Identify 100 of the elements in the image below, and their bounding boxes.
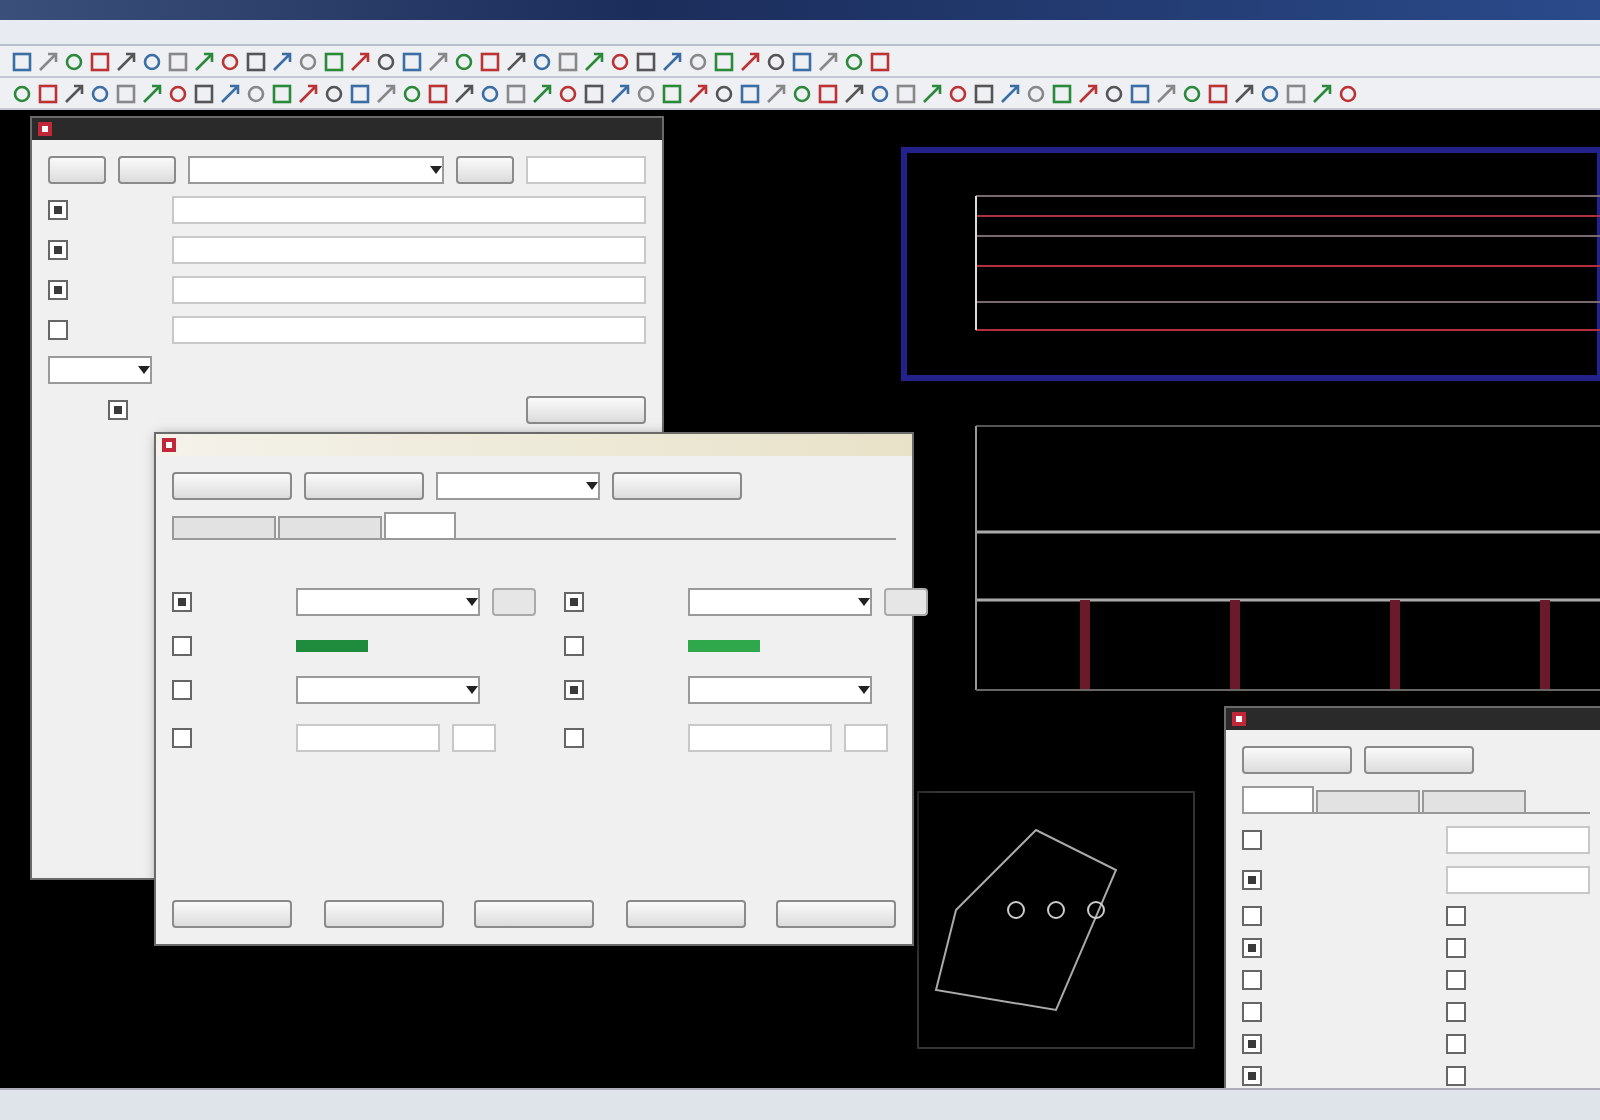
tool-icon[interactable] xyxy=(1234,83,1254,103)
checkbox[interactable] xyxy=(1242,906,1262,926)
tool-icon[interactable] xyxy=(38,51,58,71)
checkbox[interactable] xyxy=(564,592,584,612)
tool-icon[interactable] xyxy=(376,83,396,103)
toolbar-button[interactable] xyxy=(455,156,514,184)
checkbox[interactable] xyxy=(1242,970,1262,990)
checkbox[interactable] xyxy=(108,400,128,420)
tool-icon[interactable] xyxy=(454,83,474,103)
dropdown[interactable] xyxy=(48,356,152,384)
tool-icon[interactable] xyxy=(1338,83,1358,103)
tool-icon[interactable] xyxy=(1078,83,1098,103)
tool-icon[interactable] xyxy=(662,51,682,71)
tool-icon[interactable] xyxy=(1156,83,1176,103)
tool-icon[interactable] xyxy=(298,83,318,103)
input-field[interactable] xyxy=(172,236,646,264)
checkbox[interactable] xyxy=(172,728,192,748)
tool-icon[interactable] xyxy=(64,83,84,103)
tool-icon[interactable] xyxy=(142,83,162,103)
tool-icon[interactable] xyxy=(610,83,630,103)
checkbox[interactable] xyxy=(564,680,584,700)
input-field[interactable] xyxy=(172,196,646,224)
caret-icon xyxy=(429,166,442,174)
input-field[interactable] xyxy=(452,724,496,752)
tool-icon[interactable] xyxy=(194,51,214,71)
input-field[interactable] xyxy=(1446,866,1590,894)
tool-icon[interactable] xyxy=(818,51,838,71)
app-icon xyxy=(38,122,52,136)
tool-icon[interactable] xyxy=(220,83,240,103)
checkbox[interactable] xyxy=(1446,906,1466,926)
tool-icon[interactable] xyxy=(116,51,136,71)
caret-icon xyxy=(138,366,150,374)
checkbox[interactable] xyxy=(1446,1066,1466,1086)
caret-icon xyxy=(466,686,478,694)
tool-icon[interactable] xyxy=(1312,83,1332,103)
app-icon xyxy=(1232,712,1246,726)
dropdown[interactable] xyxy=(296,676,480,704)
checkbox[interactable] xyxy=(48,280,68,300)
checkbox[interactable] xyxy=(1242,830,1262,850)
checkbox[interactable] xyxy=(1242,870,1262,890)
tool-icon[interactable] xyxy=(428,51,448,71)
input-field[interactable] xyxy=(525,156,646,184)
toolbar-button[interactable] xyxy=(172,472,292,500)
tool-icon[interactable] xyxy=(532,83,552,103)
checkbox[interactable] xyxy=(564,728,584,748)
checkbox[interactable] xyxy=(172,680,192,700)
checkbox[interactable] xyxy=(1446,970,1466,990)
tool-icon[interactable] xyxy=(740,51,760,71)
toolbar-button[interactable] xyxy=(1242,746,1352,774)
tool-icon[interactable] xyxy=(584,51,604,71)
checkbox[interactable] xyxy=(1446,1002,1466,1022)
tool-icon[interactable] xyxy=(922,83,942,103)
settings-button[interactable] xyxy=(526,396,646,424)
tab[interactable] xyxy=(384,512,456,538)
checkbox[interactable] xyxy=(564,636,584,656)
tab[interactable] xyxy=(1242,786,1314,812)
toolbar-button[interactable] xyxy=(304,472,424,500)
checkbox[interactable] xyxy=(48,200,68,220)
color-swatch[interactable] xyxy=(296,640,368,652)
checkbox[interactable] xyxy=(1242,1034,1262,1054)
checkbox[interactable] xyxy=(48,240,68,260)
toolbar-button[interactable] xyxy=(48,156,107,184)
input-field[interactable] xyxy=(1446,826,1590,854)
tool-icon[interactable] xyxy=(766,83,786,103)
tool-icon[interactable] xyxy=(1000,83,1020,103)
caret-icon xyxy=(858,598,870,606)
dialog-button[interactable] xyxy=(474,900,594,928)
input-field[interactable] xyxy=(296,724,440,752)
checkbox[interactable] xyxy=(1242,1002,1262,1022)
dialog-button[interactable] xyxy=(776,900,896,928)
dropdown[interactable] xyxy=(436,472,600,500)
tool-icon[interactable] xyxy=(688,83,708,103)
dropdown[interactable] xyxy=(188,156,444,184)
checkbox[interactable] xyxy=(172,592,192,612)
dialog-button[interactable] xyxy=(172,900,292,928)
checkbox[interactable] xyxy=(1446,1034,1466,1054)
color-swatch[interactable] xyxy=(688,640,760,652)
dialog-button[interactable] xyxy=(323,900,443,928)
checkbox[interactable] xyxy=(1446,938,1466,958)
dropdown[interactable] xyxy=(688,588,872,616)
tool-icon[interactable] xyxy=(350,51,370,71)
toolbar-button[interactable] xyxy=(118,156,177,184)
checkbox[interactable] xyxy=(172,636,192,656)
caret-icon xyxy=(858,686,870,694)
checkbox[interactable] xyxy=(48,320,68,340)
toolbar-button[interactable] xyxy=(612,472,742,500)
checkbox[interactable] xyxy=(1242,1066,1262,1086)
input-field[interactable] xyxy=(844,724,888,752)
checkbox[interactable] xyxy=(1242,938,1262,958)
input-field[interactable] xyxy=(172,316,646,344)
tool-icon[interactable] xyxy=(506,51,526,71)
tool-icon[interactable] xyxy=(272,51,292,71)
dialog-button[interactable] xyxy=(625,900,745,928)
input-field[interactable] xyxy=(172,276,646,304)
input-field[interactable] xyxy=(688,724,832,752)
dropdown[interactable] xyxy=(688,676,872,704)
dropdown[interactable] xyxy=(296,588,480,616)
toolbar-button[interactable] xyxy=(1364,746,1474,774)
caret-icon xyxy=(466,598,478,606)
tool-icon[interactable] xyxy=(844,83,864,103)
